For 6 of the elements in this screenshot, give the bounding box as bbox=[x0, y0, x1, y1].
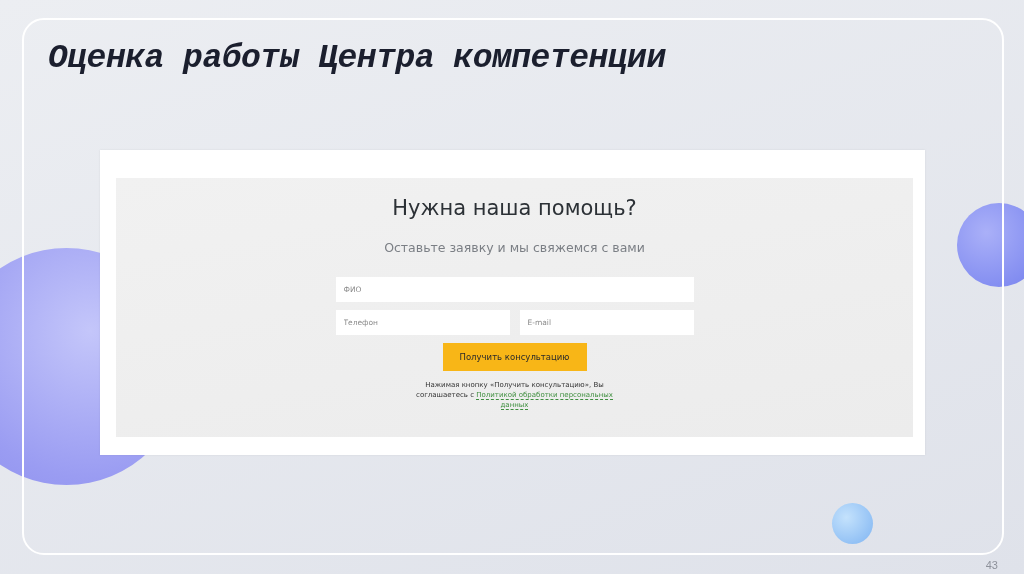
form-heading: Нужна наша помощь? bbox=[392, 196, 637, 220]
consultation-button[interactable]: Получить консультацию bbox=[442, 343, 587, 371]
page-number: 43 bbox=[985, 559, 998, 571]
decorative-circle bbox=[832, 503, 873, 544]
slide-title: Оценка работы Центра компетенции bbox=[48, 40, 667, 77]
form-subheading: Оставьте заявку и мы свяжемся с вами bbox=[384, 240, 645, 255]
